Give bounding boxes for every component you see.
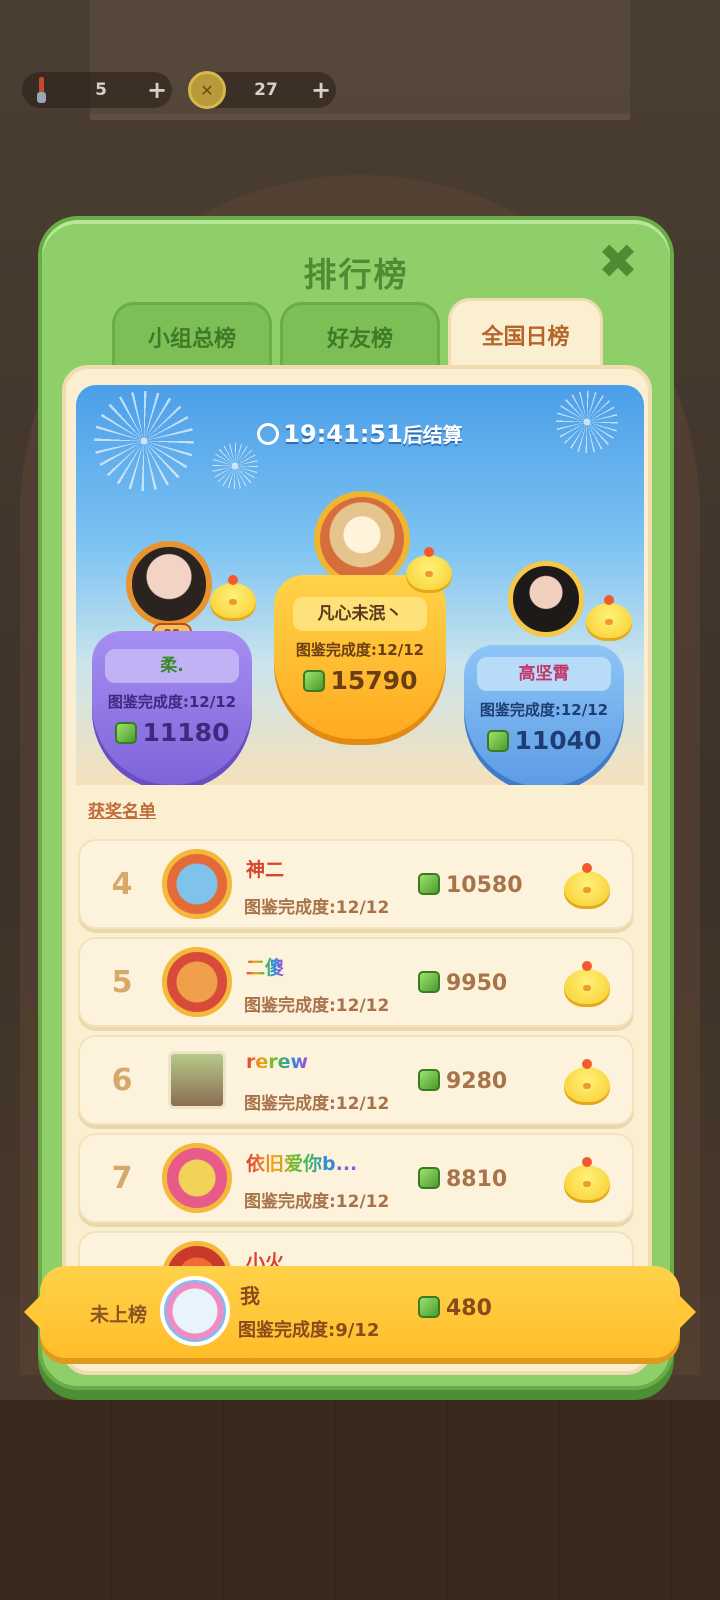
chick-icon[interactable] [564, 1157, 610, 1203]
gem-icon [486, 730, 509, 752]
gem-icon [114, 722, 137, 744]
row-name: rerew [246, 1051, 309, 1073]
rank-1-score: 15790 [330, 666, 418, 695]
clock-icon [257, 423, 280, 445]
rank-1-progress: 图鉴完成度:12/12 [295, 641, 425, 659]
my-rank-bar[interactable]: 未上榜 我 图鉴完成度:9/12 480 [24, 1266, 696, 1358]
chick-icon [586, 595, 632, 641]
row-name: 神二 [246, 859, 285, 881]
rank-1-podium: 凡心未泯丶 图鉴完成度:12/12 15790 [274, 575, 446, 745]
gem-icon [418, 971, 440, 993]
gem-icon [302, 670, 325, 692]
list-item[interactable]: 5 二傻 图鉴完成度:12/12 9950 [78, 937, 634, 1027]
row-score: 9280 [446, 1069, 508, 1094]
rank-2-avatar[interactable] [126, 541, 212, 627]
row-score: 8810 [446, 1167, 508, 1192]
my-rank-status: 未上榜 [90, 1304, 148, 1326]
rank-1-name: 凡心未泯丶 [293, 597, 427, 631]
list-item[interactable]: 6 rerew 图鉴完成度:12/12 9280 [78, 1035, 634, 1125]
firework-decoration [212, 443, 258, 489]
chick-icon[interactable] [564, 961, 610, 1007]
list-item[interactable]: 4 神二 图鉴完成度:12/12 10580 [78, 839, 634, 929]
my-progress: 图鉴完成度:9/12 [238, 1320, 380, 1341]
avatar[interactable] [162, 1143, 232, 1213]
rank-2-podium: 柔. 图鉴完成度:12/12 11180 [92, 631, 252, 785]
chick-icon[interactable] [564, 1059, 610, 1105]
avatar[interactable] [168, 1051, 226, 1109]
add-brush-button[interactable]: + [142, 76, 172, 104]
avatar[interactable] [162, 947, 232, 1017]
chick-icon [406, 547, 452, 593]
my-score: 480 [446, 1296, 492, 1321]
row-rank: 6 [111, 1063, 133, 1098]
gem-icon [418, 1167, 440, 1189]
tab-group-total[interactable]: 小组总榜 [112, 302, 272, 368]
row-score: 9950 [446, 971, 508, 996]
row-progress: 图鉴完成度:12/12 [244, 1192, 390, 1212]
rank-2-score: 11180 [142, 718, 230, 747]
coin-count: 27 [254, 80, 278, 100]
chick-icon[interactable] [564, 863, 610, 909]
rank-2-name: 柔. [105, 649, 239, 683]
brush-icon [22, 71, 60, 109]
timer-suffix: 后结算 [402, 423, 463, 447]
brush-count: 5 [95, 80, 107, 100]
list-item[interactable]: 7 依旧爱你b... 图鉴完成度:12/12 8810 [78, 1133, 634, 1223]
rank-1-avatar[interactable] [314, 491, 410, 587]
gem-icon [418, 1296, 440, 1318]
background-floor [0, 1400, 720, 1600]
rank-3-podium: 高坚霄 图鉴完成度:12/12 11040 [464, 645, 624, 785]
settlement-timer: 19:41:51后结算 [76, 419, 644, 448]
timer-value: 19:41:51 [283, 420, 403, 448]
rank-3-progress: 图鉴完成度:12/12 [479, 701, 609, 719]
row-rank: 5 [111, 965, 133, 1000]
leaderboard-dialog: 排行榜 ✖ 小组总榜 好友榜 全国日榜 19:41:51后结算 99 柔. 图鉴… [38, 216, 674, 1390]
podium-area: 19:41:51后结算 99 柔. 图鉴完成度:12/12 11180 凡心未泯… [76, 385, 644, 785]
row-progress: 图鉴完成度:12/12 [244, 996, 390, 1016]
rank-3-name: 高坚霄 [477, 657, 611, 691]
brush-resource-counter[interactable]: 5 + [22, 72, 172, 108]
close-icon: ✖ [597, 234, 639, 290]
chick-icon [210, 575, 256, 621]
tab-national-daily[interactable]: 全国日榜 [448, 298, 603, 368]
award-list: 4 神二 图鉴完成度:12/12 10580 5 二傻 图鉴完成度:12/12 … [78, 839, 634, 1329]
rank-3-avatar[interactable] [508, 561, 584, 637]
row-rank: 4 [111, 867, 133, 902]
row-progress: 图鉴完成度:12/12 [244, 1094, 390, 1114]
close-button[interactable]: ✖ [596, 238, 640, 286]
tab-friends[interactable]: 好友榜 [280, 302, 440, 368]
coin-resource-counter[interactable]: ✕ 27 + [188, 71, 336, 109]
leaderboard-panel: 19:41:51后结算 99 柔. 图鉴完成度:12/12 11180 凡心未泯… [62, 365, 652, 1375]
gem-icon [418, 1069, 440, 1091]
my-avatar[interactable] [160, 1276, 230, 1346]
award-list-title: 获奖名单 [88, 802, 156, 822]
row-rank: 7 [111, 1161, 133, 1196]
my-name: 我 [240, 1284, 260, 1308]
rank-2-progress: 图鉴完成度:12/12 [107, 693, 237, 711]
gem-icon [418, 873, 440, 895]
add-coin-button[interactable]: + [306, 76, 336, 104]
leaderboard-tabs: 小组总榜 好友榜 全国日榜 [112, 298, 603, 368]
coin-icon: ✕ [188, 71, 226, 109]
row-progress: 图鉴完成度:12/12 [244, 898, 390, 918]
dialog-title: 排行榜 [303, 255, 409, 294]
avatar[interactable] [162, 849, 232, 919]
row-name: 二傻 [246, 953, 284, 980]
row-name: 依旧爱你b... [246, 1149, 357, 1176]
rank-3-score: 11040 [514, 726, 602, 755]
row-score: 10580 [446, 873, 523, 898]
